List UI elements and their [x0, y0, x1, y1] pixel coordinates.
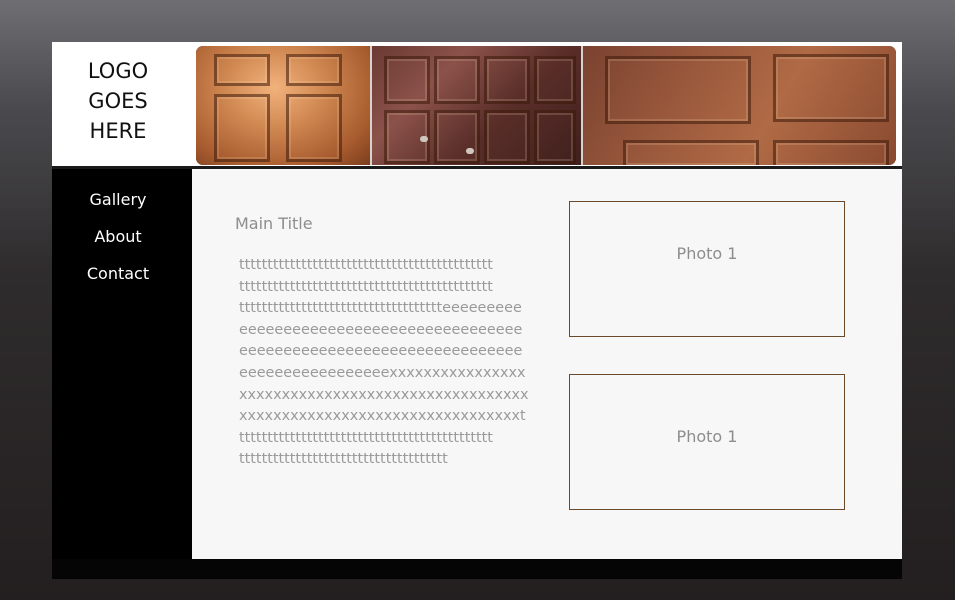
- logo-line: LOGO: [87, 59, 149, 83]
- photo-placeholder-1[interactable]: Photo 1: [569, 201, 845, 337]
- website-mockup: LOGO GOES HERE Gallery About Contact Mai…: [52, 42, 902, 579]
- body-text-line: xxxxxxxxxxxxxxxxxxxxxxxxxxxxxxxxxx: [239, 386, 529, 403]
- sidebar-nav: Gallery About Contact: [52, 169, 192, 559]
- body-text-line: tttttttttttttttttttttttttttttttttttteeee…: [239, 300, 522, 317]
- body-text-line: eeeeeeeeeeeeeeeeexxxxxxxxxxxxxxxx: [239, 364, 526, 381]
- wood-door-panel: [196, 46, 370, 165]
- body-text-line: eeeeeeeeeeeeeeeeeeeeeeeeeeeeeeee: [239, 321, 523, 338]
- logo[interactable]: LOGO GOES HERE: [52, 56, 184, 146]
- wood-door-panel-dark: [369, 46, 581, 165]
- nav-item-about[interactable]: About: [52, 227, 184, 247]
- photo-label: Photo 1: [676, 243, 738, 263]
- logo-line: GOES: [88, 89, 148, 113]
- body-text-line: tttttttttttttttttttttttttttttttttttttttt…: [239, 429, 493, 446]
- logo-line: HERE: [89, 119, 147, 143]
- nav-item-gallery[interactable]: Gallery: [52, 190, 184, 210]
- body-text-line: tttttttttttttttttttttttttttttttttttttttt…: [239, 278, 493, 295]
- main-content: Main Title ttttttttttttttttttttttttttttt…: [192, 169, 902, 559]
- page-title: Main Title: [235, 214, 313, 233]
- header-banner-image: [196, 46, 896, 165]
- body-text-line: ttttttttttttttttttttttttttttttttttttt: [239, 451, 448, 468]
- nav-item-contact[interactable]: Contact: [52, 264, 184, 284]
- photo-label: Photo 1: [676, 426, 738, 446]
- site-header: LOGO GOES HERE: [52, 42, 902, 166]
- body-text-line: tttttttttttttttttttttttttttttttttttttttt…: [239, 257, 493, 273]
- wood-ceiling-panel: [580, 46, 896, 165]
- body-text-line: eeeeeeeeeeeeeeeeeeeeeeeeeeeeeeee: [239, 343, 523, 360]
- photo-placeholder-2[interactable]: Photo 1: [569, 374, 845, 510]
- body-text-line: xxxxxxxxxxxxxxxxxxxxxxxxxxxxxxxxxt: [239, 408, 526, 425]
- body-text: ttttttttttttttttttttttttttttttttttttt ttt…: [239, 255, 529, 471]
